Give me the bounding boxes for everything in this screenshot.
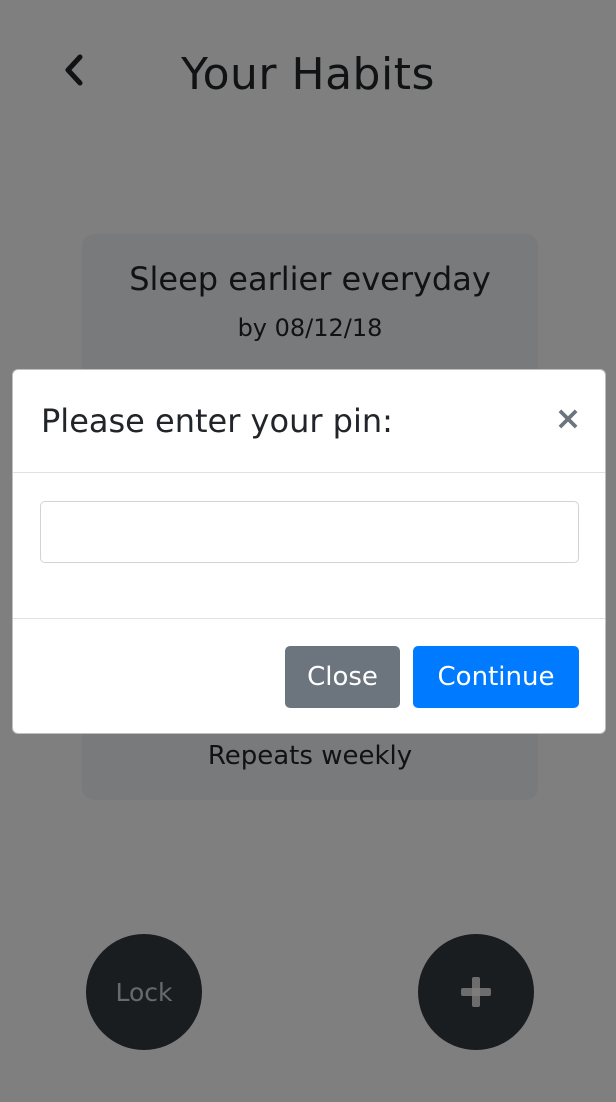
modal-footer: Close Continue [13,618,605,733]
close-icon[interactable]: × [551,398,585,438]
pin-modal: Please enter your pin: × Close Continue [12,369,606,734]
modal-body [13,473,605,619]
continue-button[interactable]: Continue [413,646,579,708]
modal-title: Please enter your pin: [41,402,393,440]
modal-header: Please enter your pin: × [13,370,605,473]
close-button[interactable]: Close [285,646,400,708]
pin-input[interactable] [40,501,579,563]
